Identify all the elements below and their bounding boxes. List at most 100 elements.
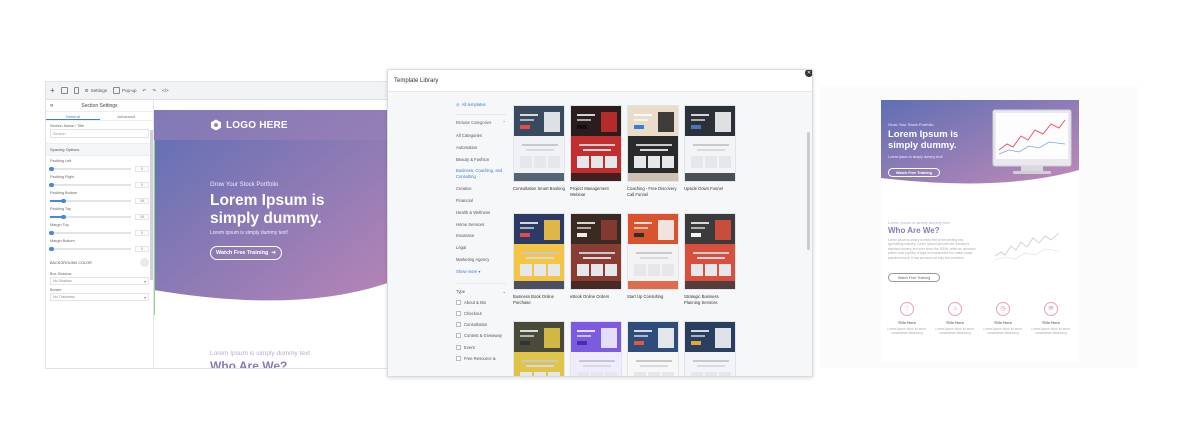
slider-value-input[interactable]: 15 — [135, 198, 149, 204]
border-select[interactable]: No Thickness — [50, 293, 149, 301]
type-filter-item[interactable]: Contest & Giveaway — [456, 333, 506, 339]
template-card[interactable] — [627, 321, 679, 376]
template-thumbnail[interactable] — [684, 321, 736, 376]
template-thumbnail[interactable] — [513, 105, 565, 182]
browse-categories-toggle[interactable]: Browse Categories ⌃ — [456, 114, 506, 125]
template-thumbnail[interactable] — [627, 213, 679, 290]
template-thumbnail[interactable] — [627, 105, 679, 182]
checkbox[interactable] — [456, 344, 461, 350]
template-card[interactable]: Start Up Consulting — [627, 213, 679, 300]
section-name-input[interactable]: Section — [50, 129, 149, 138]
spacing-slider[interactable]: 15 — [46, 196, 153, 204]
popup-button[interactable]: Pop-up — [112, 87, 137, 94]
box-shadow-select[interactable]: No Shadow — [50, 277, 149, 285]
template-card[interactable]: eBook Online Orders — [570, 213, 622, 300]
color-picker-button[interactable] — [140, 258, 149, 267]
tab-general[interactable]: General — [46, 112, 100, 120]
template-card[interactable]: Business Book Online Purchase — [513, 213, 565, 305]
category-item[interactable]: Home Services — [456, 222, 506, 227]
all-templates-link[interactable]: ◎ All templates — [456, 102, 506, 107]
tab-advanced[interactable]: Advanced — [100, 112, 154, 120]
redo-button[interactable]: ↷ — [152, 88, 156, 94]
slider-handle[interactable] — [49, 166, 54, 172]
template-thumbnail[interactable] — [684, 213, 736, 290]
slider-value-input[interactable]: 0 — [135, 166, 149, 172]
template-thumbnail[interactable] — [570, 105, 622, 182]
panel-scrollbar[interactable] — [150, 130, 153, 280]
type-toggle[interactable]: Type ⌄ — [456, 282, 506, 294]
slider-handle[interactable] — [61, 198, 66, 204]
checkbox[interactable] — [456, 310, 461, 316]
category-item[interactable]: Health & Wellness — [456, 210, 506, 215]
template-thumbnail[interactable] — [627, 321, 679, 376]
spacing-options-heading[interactable]: Spacing Options — [46, 143, 153, 156]
close-icon[interactable]: ✕ — [805, 70, 812, 77]
type-filter-item[interactable]: Free Resource & — [456, 355, 506, 361]
checkbox[interactable] — [456, 355, 461, 361]
slider-value-input[interactable]: 0 — [135, 246, 149, 252]
template-thumbnail[interactable] — [513, 321, 565, 376]
back-arrow-icon[interactable]: « — [50, 103, 53, 109]
slider-handle[interactable] — [49, 182, 54, 188]
slider-track[interactable] — [50, 214, 131, 220]
slider-value-input[interactable]: 15 — [135, 214, 149, 220]
template-card[interactable] — [513, 321, 565, 376]
desktop-view-button[interactable] — [60, 87, 68, 94]
category-item[interactable]: Financial — [456, 198, 506, 203]
checkbox[interactable] — [456, 333, 461, 339]
type-filter-item[interactable]: Checkout — [456, 310, 506, 316]
category-item[interactable]: Beauty & Fashion — [456, 157, 506, 162]
template-thumbnail[interactable] — [570, 321, 622, 376]
slider-track[interactable] — [49, 166, 131, 172]
category-item[interactable]: Business, Coaching, and Consulting — [456, 168, 506, 179]
slider-handle[interactable] — [49, 246, 54, 252]
preview-hero-button[interactable]: Watch Free Training — [888, 168, 940, 177]
category-item[interactable]: All Categories — [456, 133, 506, 138]
category-item[interactable]: Automation — [456, 145, 506, 150]
type-filter-item[interactable]: About & Bio — [456, 299, 506, 305]
spacing-slider[interactable]: 15 — [46, 212, 153, 220]
template-card[interactable]: Project Management Webinar — [570, 105, 622, 197]
watch-free-training-button[interactable]: Watch Free Training ➜ — [210, 246, 282, 260]
add-icon[interactable]: + — [50, 87, 55, 95]
template-card[interactable]: Coaching - Free Discovery Call Funnel — [627, 105, 679, 197]
category-item[interactable]: Marketing Agency — [456, 257, 506, 262]
spacing-slider[interactable]: 0 — [46, 164, 153, 172]
slider-track[interactable] — [49, 230, 131, 236]
template-thumbnail[interactable] — [570, 213, 622, 290]
template-card[interactable] — [684, 321, 736, 376]
type-filter-item[interactable]: Consultation — [456, 322, 506, 328]
checkbox[interactable] — [456, 322, 461, 328]
slider-track[interactable] — [50, 198, 131, 204]
show-more-link[interactable]: Show more ▾ — [456, 269, 506, 274]
code-button[interactable]: </> — [162, 88, 169, 93]
checkbox[interactable] — [456, 299, 461, 305]
spacing-slider[interactable]: 0 — [46, 228, 153, 236]
library-scrollbar[interactable] — [807, 132, 810, 250]
hexagon-logo-icon — [211, 119, 221, 131]
category-item[interactable]: Creative — [456, 186, 506, 191]
slider-handle[interactable] — [61, 214, 66, 220]
template-card[interactable]: Strategic Business Planning Services — [684, 213, 736, 305]
thumbnail-image-block — [544, 112, 560, 132]
template-thumbnail[interactable] — [684, 105, 736, 182]
template-card[interactable]: Upside Down Funnel — [684, 105, 736, 192]
category-item[interactable]: Legal — [456, 245, 506, 250]
slider-track[interactable] — [49, 182, 131, 188]
slider-handle[interactable] — [49, 230, 54, 236]
category-item[interactable]: Insurance — [456, 233, 506, 238]
settings-button[interactable]: ⚙ Settings — [85, 88, 107, 94]
template-card[interactable]: Consultation Smart Booking — [513, 105, 565, 192]
slider-value-input[interactable]: 0 — [135, 230, 149, 236]
template-card[interactable] — [570, 321, 622, 376]
type-filter-item[interactable]: Event — [456, 344, 506, 350]
template-thumbnail[interactable] — [513, 213, 565, 290]
undo-button[interactable]: ↶ — [143, 88, 147, 94]
hero-section[interactable]: LOGO HERE Grow Your Stock Portfolio Lore… — [154, 110, 396, 315]
slider-value-input[interactable]: 0 — [135, 182, 149, 188]
spacing-slider[interactable]: 0 — [46, 180, 153, 188]
spacing-slider[interactable]: 0 — [46, 244, 153, 252]
mobile-view-button[interactable] — [73, 87, 79, 94]
slider-track[interactable] — [49, 246, 131, 252]
preview-who-button[interactable]: Watch Free Training — [888, 273, 940, 282]
